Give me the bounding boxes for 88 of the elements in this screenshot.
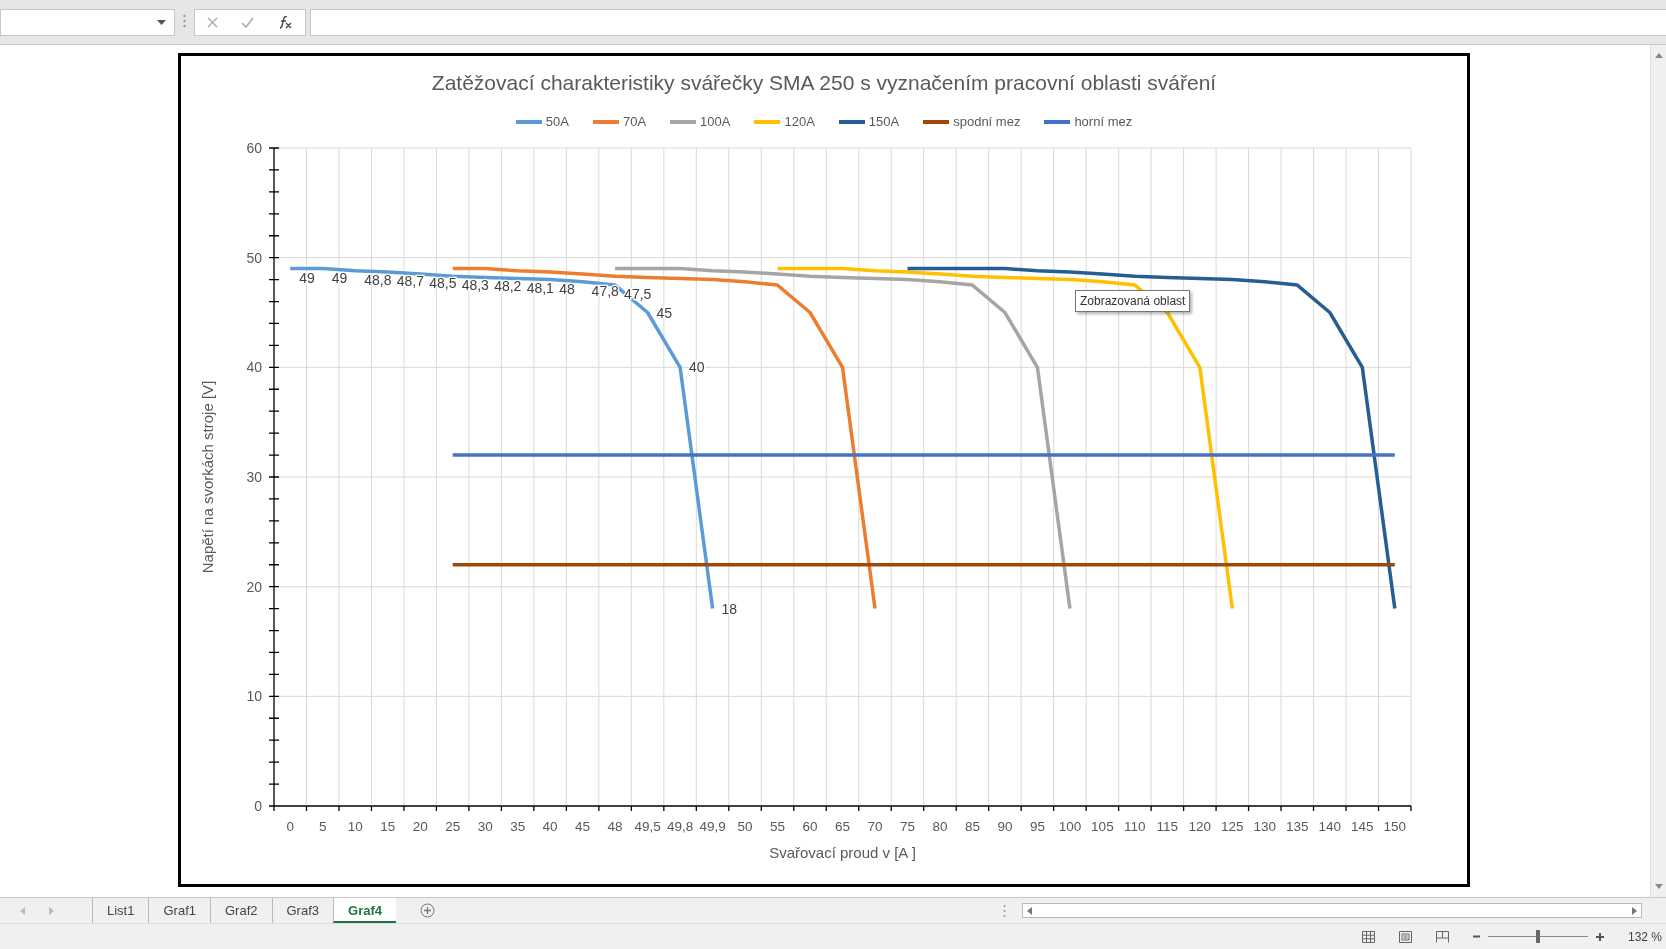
x-tick-label: 65 xyxy=(835,819,850,834)
legend-label: spodní mez xyxy=(953,113,1021,132)
x-tick-label: 45 xyxy=(575,819,591,834)
x-tick-label: 49,5 xyxy=(634,819,661,834)
x-tick-label: 40 xyxy=(542,819,558,834)
x-tick-label: 49,9 xyxy=(699,819,726,834)
x-tick-label: 20 xyxy=(412,819,428,834)
sheet-tab[interactable]: Graf4 xyxy=(333,898,396,923)
data-label: 48 xyxy=(559,280,575,297)
x-axis-title: Svařovací proud v [A ] xyxy=(769,844,916,861)
x-tick-label: 135 xyxy=(1286,819,1309,834)
x-tick-label: 35 xyxy=(510,819,526,834)
add-sheet-icon[interactable] xyxy=(420,903,435,918)
y-tick-label: 20 xyxy=(246,578,262,595)
x-tick-label: 115 xyxy=(1156,819,1179,834)
x-tick-label: 90 xyxy=(997,819,1013,834)
x-tick-label: 0 xyxy=(286,819,294,834)
data-label: 48,3 xyxy=(461,277,489,294)
page-layout-icon[interactable] xyxy=(1398,930,1412,943)
grip-icon[interactable] xyxy=(1003,903,1006,918)
x-tick-label: 120 xyxy=(1188,819,1212,834)
zoom-out-icon[interactable] xyxy=(1472,935,1480,938)
normal-view-icon[interactable] xyxy=(1361,930,1375,943)
x-tick-label: 30 xyxy=(477,819,493,834)
check-icon[interactable] xyxy=(241,17,254,28)
y-tick-label: 10 xyxy=(246,688,262,705)
x-tick-label: 130 xyxy=(1253,819,1277,834)
x-tick-label: 55 xyxy=(770,819,786,834)
x-tick-label: 110 xyxy=(1124,819,1146,834)
function-icon[interactable] xyxy=(277,16,294,29)
legend-label: 100A xyxy=(700,113,731,132)
legend-label: horní mez xyxy=(1074,113,1133,132)
x-tick-label: 145 xyxy=(1351,819,1374,834)
x-tick-label: 95 xyxy=(1029,819,1045,834)
grip-icon xyxy=(183,13,186,29)
data-label: 45 xyxy=(656,304,673,321)
scroll-right-icon[interactable] xyxy=(1632,906,1637,915)
x-tick-label: 15 xyxy=(380,819,396,834)
chart-area[interactable] xyxy=(178,53,1470,887)
data-label: 47,8 xyxy=(591,282,619,299)
y-tick-label: 30 xyxy=(246,469,262,485)
cancel-icon[interactable] xyxy=(206,17,218,28)
formula-input[interactable] xyxy=(310,9,1666,36)
tooltip: Zobrazovaná oblast xyxy=(1075,290,1191,312)
data-label: 49 xyxy=(299,269,315,286)
data-label: 48,1 xyxy=(526,279,554,296)
x-tick-label: 10 xyxy=(347,819,363,834)
y-tick-label: 40 xyxy=(246,359,262,376)
x-tick-label: 150 xyxy=(1383,819,1406,834)
scroll-down-icon[interactable] xyxy=(1654,884,1663,889)
x-tick-label: 80 xyxy=(932,819,948,834)
zoom-slider-thumb[interactable] xyxy=(1535,930,1540,943)
dropdown-icon xyxy=(157,20,166,25)
y-tick-label: 60 xyxy=(246,140,262,156)
x-tick-label: 85 xyxy=(964,819,980,834)
data-label: 18 xyxy=(721,600,738,617)
x-tick-label: 75 xyxy=(899,819,915,834)
data-label: 48,8 xyxy=(364,271,392,288)
chart-title: Zatěžovací charakteristiky svářečky SMA 250 s vyznačením pracovní oblasti sváření xyxy=(430,70,1218,96)
zoom-level[interactable]: 132 % xyxy=(1627,927,1662,946)
x-tick-label: 5 xyxy=(318,819,327,834)
x-tick-label: 100 xyxy=(1058,819,1082,834)
x-tick-label: 48 xyxy=(607,819,623,834)
x-tick-label: 25 xyxy=(445,819,461,834)
x-tick-label: 70 xyxy=(867,819,883,834)
legend-label: 120A xyxy=(784,113,815,132)
zoom-in-icon[interactable] xyxy=(1595,932,1604,941)
data-label: 48,2 xyxy=(494,278,522,295)
x-tick-label: 105 xyxy=(1091,819,1114,834)
x-tick-label: 49,8 xyxy=(666,819,694,834)
y-axis-title: Napětí na svorkách stroje [V] xyxy=(199,380,216,574)
data-label: 49 xyxy=(331,269,348,286)
legend-label: 70A xyxy=(622,113,647,132)
legend-label: 150A xyxy=(868,113,900,132)
scroll-up-icon[interactable] xyxy=(1654,53,1663,58)
horizontal-scrollbar[interactable] xyxy=(1022,903,1642,918)
x-tick-label: 60 xyxy=(802,819,818,834)
x-tick-label: 125 xyxy=(1221,819,1244,834)
y-tick-label: 0 xyxy=(254,798,262,814)
x-tick-label: 140 xyxy=(1318,819,1342,834)
y-tick-label: 50 xyxy=(246,249,262,266)
legend-label: 50A xyxy=(545,113,569,132)
data-label: 40 xyxy=(689,359,705,376)
x-tick-label: 50 xyxy=(737,819,753,834)
data-label: 48,7 xyxy=(396,272,424,289)
data-label: 48,5 xyxy=(429,275,457,292)
scroll-left-icon[interactable] xyxy=(1027,906,1032,915)
page-break-icon[interactable] xyxy=(1435,930,1449,943)
